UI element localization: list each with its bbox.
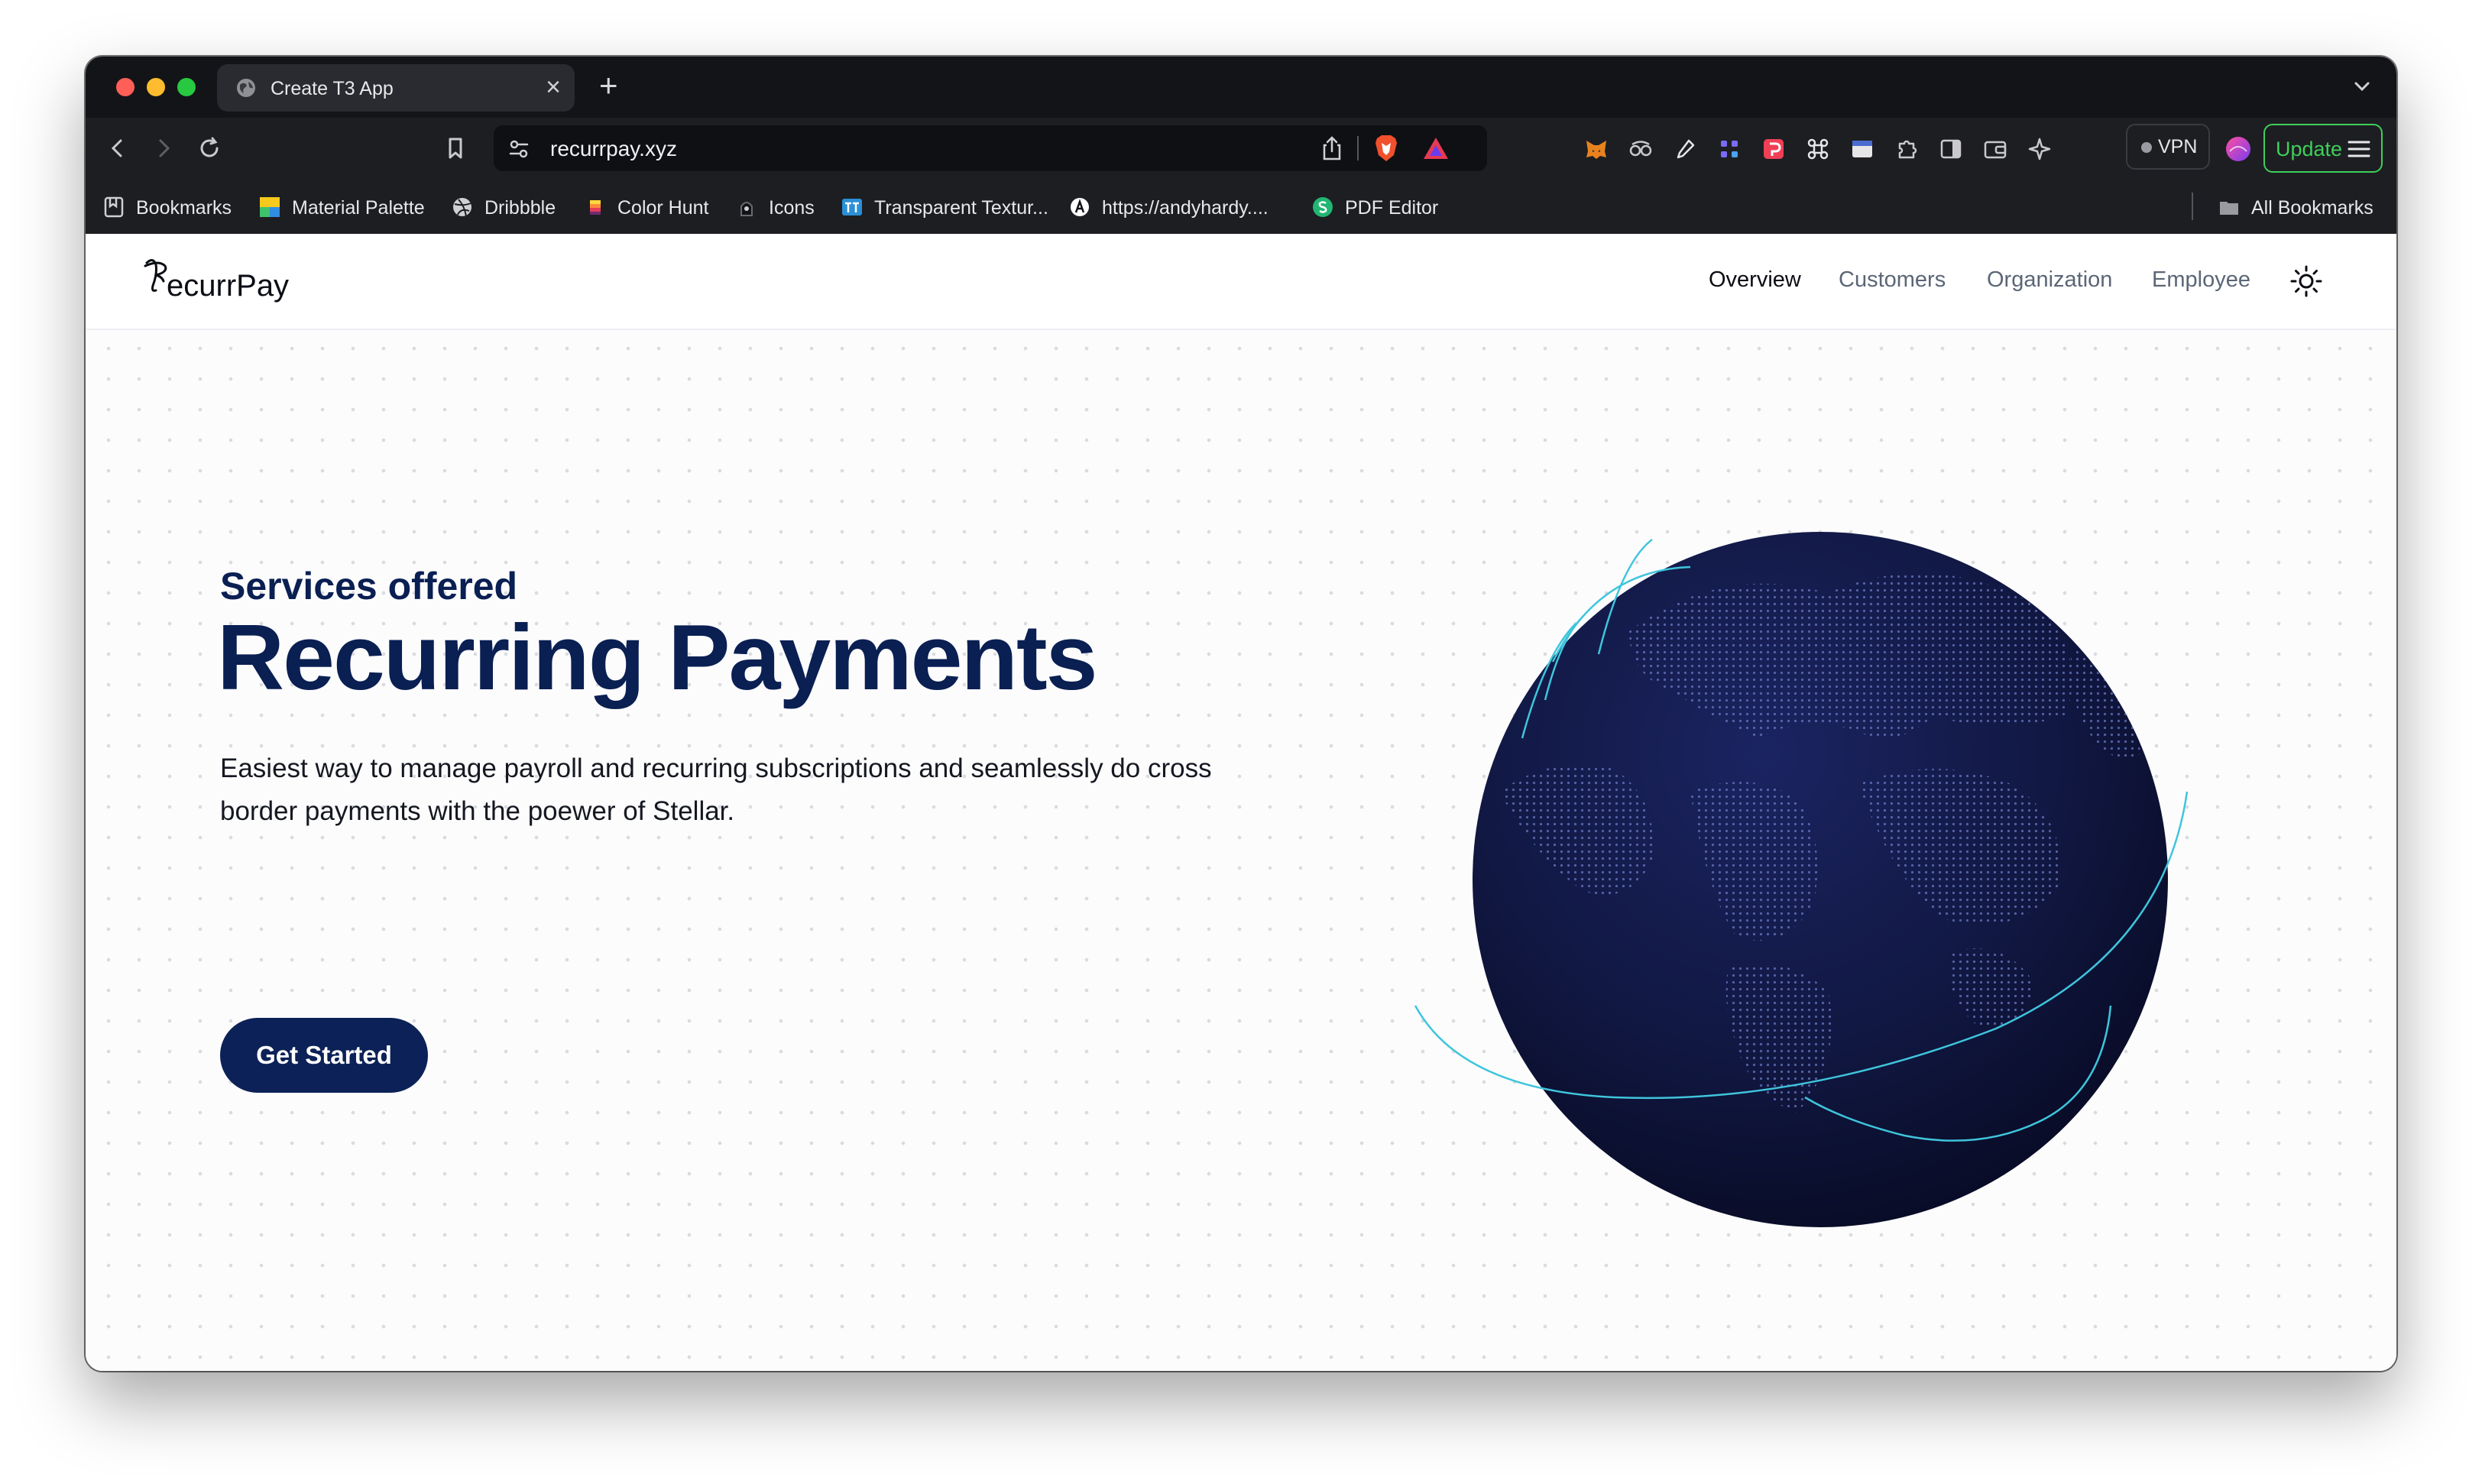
site-settings-icon[interactable] <box>507 138 530 160</box>
dribbble-icon <box>453 198 471 217</box>
spy-extension-icon[interactable] <box>1628 136 1654 162</box>
transparent-textures-icon <box>842 199 862 215</box>
bookmark-label: PDF Editor <box>1345 197 1439 219</box>
share-icon[interactable] <box>1319 134 1345 162</box>
reload-icon[interactable] <box>194 133 225 164</box>
puzzle-extensions-icon[interactable] <box>1894 136 1920 162</box>
material-palette-icon <box>260 197 280 217</box>
get-started-button[interactable]: Get Started <box>220 1018 428 1093</box>
page-content: ecurrPay Overview Customers Organization… <box>86 234 2396 1371</box>
menu-icon <box>2348 141 2370 157</box>
update-button[interactable]: Update <box>2263 124 2383 173</box>
tab-strip: Create T3 App × + <box>86 57 2396 118</box>
site-header: ecurrPay Overview Customers Organization… <box>86 234 2396 330</box>
close-tab-icon[interactable]: × <box>546 73 561 101</box>
bookmark-label: Color Hunt <box>617 197 709 219</box>
chevron-down-icon[interactable] <box>2351 75 2373 98</box>
pocket-extension-icon[interactable] <box>1761 136 1787 162</box>
bookmarks-bar: Bookmarks Material Palette Dribbble Colo… <box>86 179 2396 234</box>
globe-icon <box>237 79 255 97</box>
bookmark-label: Transparent Textur... <box>874 197 1048 219</box>
omnibox-divider <box>1357 136 1359 160</box>
bookmark-label: Dribbble <box>484 197 556 219</box>
hero-title: Recurring Payments <box>217 605 1098 709</box>
hero-description: Easiest way to manage payroll and recurr… <box>220 753 1212 826</box>
wallet-icon[interactable] <box>1982 136 2008 162</box>
sidebar-icon[interactable] <box>1938 136 1964 162</box>
brave-rewards-icon[interactable] <box>1421 134 1450 162</box>
bookmark-label: Bookmarks <box>136 197 232 219</box>
bookmark-label: Material Palette <box>292 197 425 219</box>
tab-title: Create T3 App <box>271 78 394 99</box>
url-text: recurrpay.xyz <box>550 137 677 160</box>
bookmark-page-icon[interactable] <box>440 133 471 164</box>
window-extension-icon[interactable] <box>1849 136 1875 162</box>
hero-eyebrow: Services offered <box>220 565 518 608</box>
brave-shields-icon[interactable] <box>1372 134 1400 163</box>
all-bookmarks-label: All Bookmarks <box>2251 197 2373 219</box>
bookmarks-icon <box>104 196 124 218</box>
vpn-label: VPN <box>2158 136 2198 157</box>
eyedropper-icon[interactable] <box>1672 136 1698 162</box>
vpn-button[interactable]: VPN <box>2126 124 2210 170</box>
icons-icon <box>740 202 753 216</box>
metamask-icon[interactable] <box>1583 136 1609 162</box>
globe-illustration <box>1414 532 2189 1227</box>
address-bar[interactable]: recurrpay.xyz <box>494 125 1487 171</box>
new-tab-button[interactable]: + <box>599 69 618 102</box>
nav-customers[interactable]: Customers <box>1839 267 1946 293</box>
minimize-window-button[interactable] <box>147 78 165 96</box>
color-hunt-icon <box>590 200 601 215</box>
forward-icon[interactable] <box>148 133 179 164</box>
sun-icon[interactable] <box>2289 264 2323 298</box>
leo-ai-icon[interactable] <box>2027 136 2053 162</box>
nav-overview[interactable]: Overview <box>1709 267 1801 293</box>
bookmarks-divider <box>2192 193 2193 220</box>
browser-window: Create T3 App × + recurrpay.xyz VPN Upda… <box>86 57 2396 1371</box>
logo-text: ecurrPay <box>167 269 290 303</box>
back-icon[interactable] <box>102 133 133 164</box>
nav-organization[interactable]: Organization <box>1987 267 2112 293</box>
folder-icon <box>2220 202 2238 215</box>
zoom-window-button[interactable] <box>177 78 196 96</box>
nav-employee[interactable]: Employee <box>2152 267 2250 293</box>
command-icon[interactable] <box>1805 136 1831 162</box>
close-window-button[interactable] <box>116 78 134 96</box>
andyhardy-icon <box>1071 198 1089 216</box>
bookmark-label: https://andyhardy.... <box>1102 197 1269 219</box>
bookmark-label: Icons <box>769 197 815 219</box>
profile-avatar-icon[interactable] <box>2224 134 2253 164</box>
update-label: Update <box>2276 138 2343 160</box>
browser-toolbar: recurrpay.xyz VPN Update <box>86 118 2396 179</box>
pdf-editor-icon <box>1313 197 1333 217</box>
vpn-status-icon <box>2141 142 2152 153</box>
tab-create-t3-app[interactable]: Create T3 App × <box>217 64 575 112</box>
grid-extension-icon[interactable] <box>1716 136 1742 162</box>
